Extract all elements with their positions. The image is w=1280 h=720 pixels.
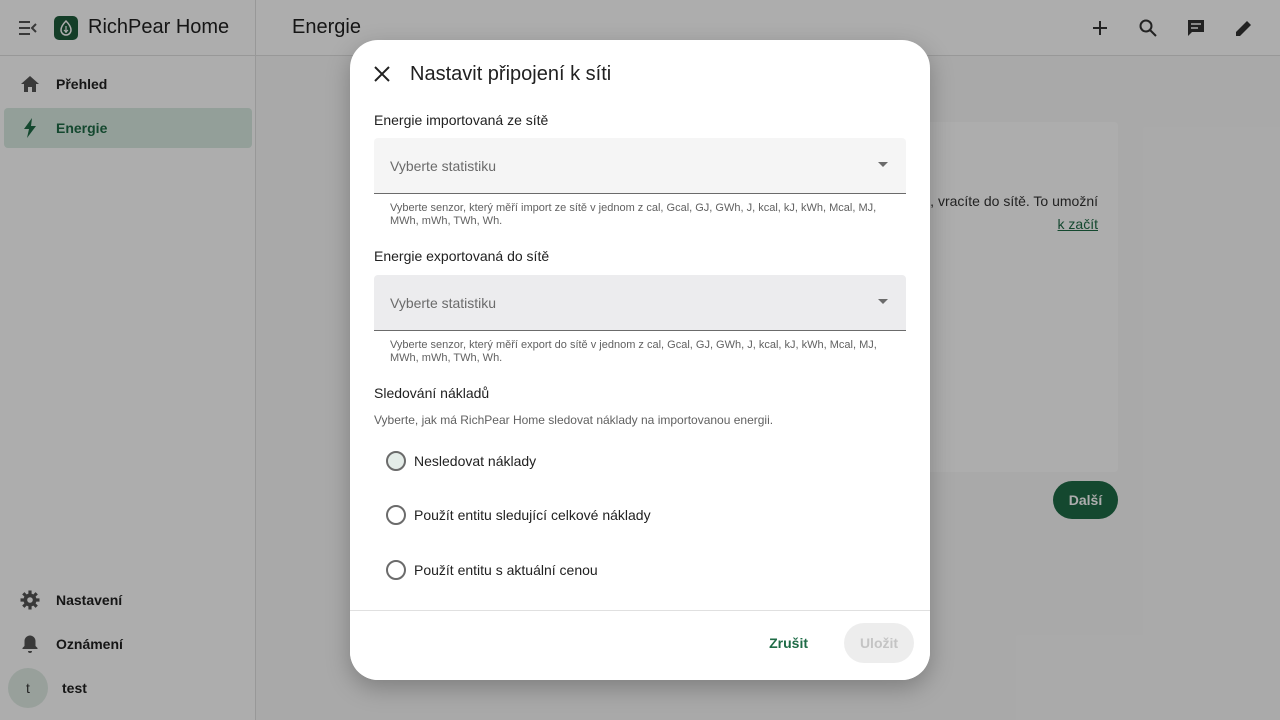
save-button[interactable]: Uložit xyxy=(844,623,914,663)
radio-button[interactable] xyxy=(386,451,406,471)
export-helper-text: Vyberte senzor, který měří export do sít… xyxy=(390,339,877,364)
export-label: Energie exportovaná do sítě xyxy=(374,248,550,264)
grid-connection-dialog: Nastavit připojení k síti Energie import… xyxy=(350,40,930,680)
cost-tracking-label: Sledování nákladů xyxy=(374,385,490,401)
radio-label: Nesledovat náklady xyxy=(414,453,537,469)
dialog-footer: Zrušit Uložit xyxy=(350,610,930,680)
radio-label: Použít entitu sledující celkové náklady xyxy=(414,507,651,523)
radio-button[interactable] xyxy=(386,505,406,525)
cost-tracking-description: Vyberte, jak má RichPear Home sledovat n… xyxy=(374,413,774,427)
cancel-button[interactable]: Zrušit xyxy=(757,623,820,663)
radio-button[interactable] xyxy=(386,560,406,580)
close-icon[interactable] xyxy=(370,62,394,86)
radio-price-entity[interactable]: Použít entitu s aktuální cenou xyxy=(386,558,598,582)
import-statistic-select[interactable]: Vyberte statistiku xyxy=(374,138,906,194)
chevron-down-icon xyxy=(878,162,888,167)
import-helper-text: Vyberte senzor, který měří import ze sít… xyxy=(390,202,877,227)
radio-no-cost[interactable]: Nesledovat náklady xyxy=(386,449,536,473)
select-placeholder: Vyberte statistiku xyxy=(390,295,497,311)
import-label: Energie importovaná ze sítě xyxy=(374,112,549,128)
dialog-title: Nastavit připojení k síti xyxy=(410,63,612,85)
chevron-down-icon xyxy=(878,299,888,304)
export-statistic-select[interactable]: Vyberte statistiku xyxy=(374,275,906,331)
radio-label: Použít entitu s aktuální cenou xyxy=(414,562,598,578)
radio-total-cost-entity[interactable]: Použít entitu sledující celkové náklady xyxy=(386,503,651,527)
select-placeholder: Vyberte statistiku xyxy=(390,158,497,174)
